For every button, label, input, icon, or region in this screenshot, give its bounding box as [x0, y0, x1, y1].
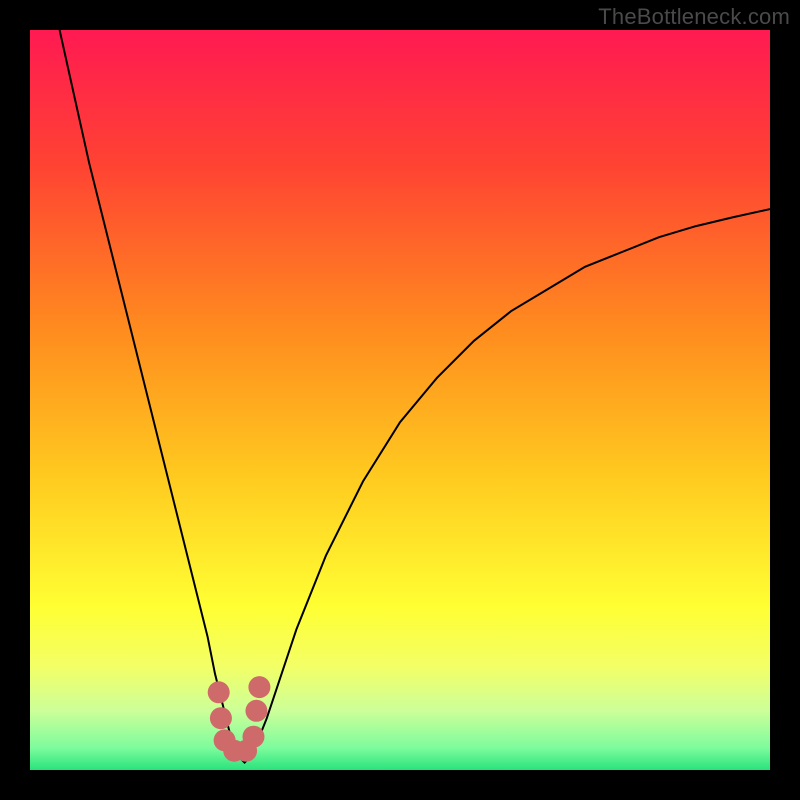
bottleneck-chart	[30, 30, 770, 770]
highlight-dot	[210, 707, 232, 729]
chart-frame: TheBottleneck.com	[0, 0, 800, 800]
highlight-dot	[208, 681, 230, 703]
gradient-background	[30, 30, 770, 770]
highlight-dot	[248, 676, 270, 698]
watermark-text: TheBottleneck.com	[598, 4, 790, 30]
highlight-dot	[245, 700, 267, 722]
highlight-dot	[242, 726, 264, 748]
